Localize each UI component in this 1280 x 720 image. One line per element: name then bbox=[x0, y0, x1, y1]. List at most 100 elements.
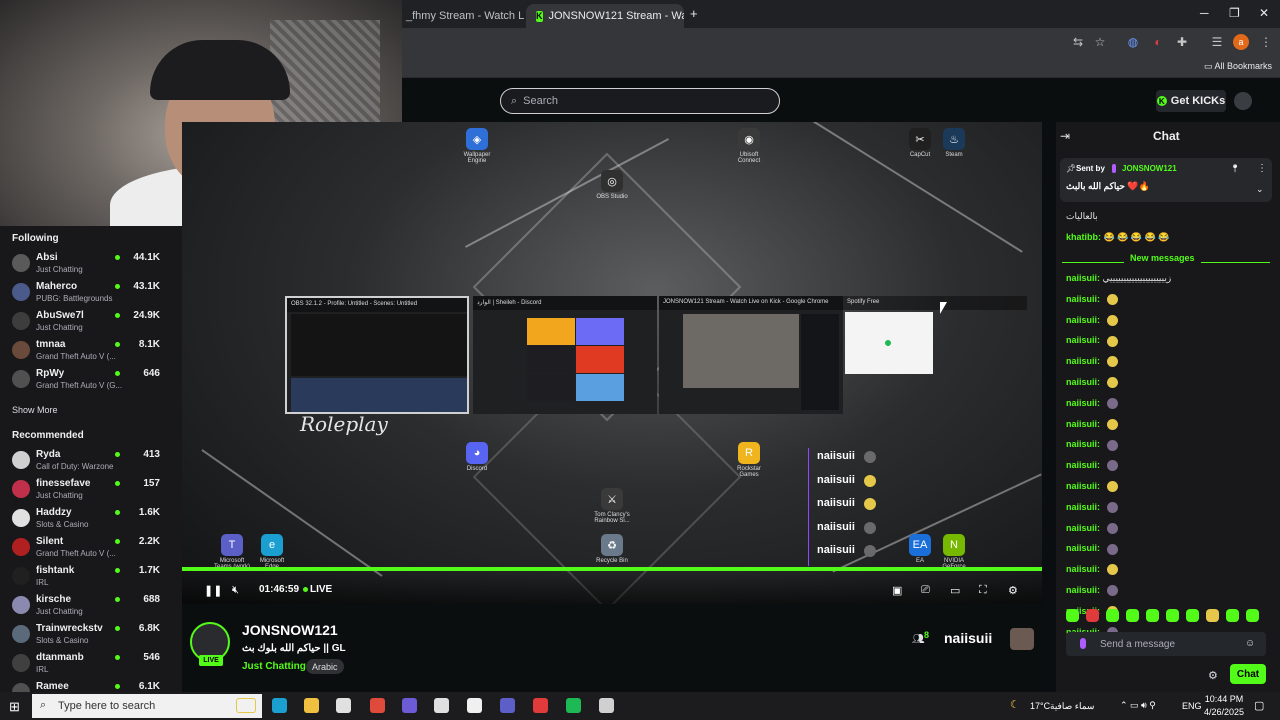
chat-username[interactable]: naiisuii: bbox=[1066, 439, 1100, 449]
clock-time[interactable]: 10:44 PM bbox=[1202, 694, 1246, 704]
chat-settings-icon[interactable]: ⚙ bbox=[1208, 669, 1218, 682]
close-window-icon[interactable]: ✕ bbox=[1259, 6, 1269, 20]
send-chat-button[interactable]: Chat bbox=[1230, 664, 1266, 684]
chat-username[interactable]: naiisuii: bbox=[1066, 419, 1100, 429]
emote-icon[interactable] bbox=[1126, 609, 1139, 622]
search-input[interactable]: ⌕ Search bbox=[500, 88, 780, 114]
epic-games-icon[interactable] bbox=[434, 698, 449, 713]
emote-icon[interactable] bbox=[1086, 609, 1099, 622]
sidebar-channel-item[interactable]: tmnaa Grand Theft Auto V (... 8.1K bbox=[0, 337, 182, 366]
chat-username[interactable]: naiisuii: bbox=[1066, 294, 1100, 304]
window-thumbnail[interactable]: الوارد | Sheileh - Discord bbox=[473, 296, 657, 414]
pause-icon[interactable]: ❚❚ bbox=[204, 584, 222, 597]
chat-message[interactable]: naiisuii: bbox=[1066, 460, 1118, 472]
maximize-icon[interactable]: ❐ bbox=[1229, 6, 1240, 20]
windows-start-icon[interactable]: ⊞ bbox=[9, 699, 20, 715]
sidebar-channel-item[interactable]: Silent Grand Theft Auto V (... 2.2K bbox=[0, 534, 182, 563]
window-thumbnail[interactable]: Spotify Free bbox=[843, 296, 1027, 414]
chat-username[interactable]: naiisuii: bbox=[1066, 398, 1100, 408]
minimize-icon[interactable]: ─ bbox=[1200, 6, 1209, 20]
stream-video[interactable]: ◈ Wallpaper Engine ◎ OBS Studio ◉ Ubisoft Con… bbox=[182, 122, 1042, 604]
translate-icon[interactable]: ⇆ bbox=[1070, 34, 1086, 50]
chat-username[interactable]: naiisuii: bbox=[1066, 523, 1100, 533]
chat-username[interactable]: naiisuii: bbox=[1066, 502, 1100, 512]
chevron-down-icon[interactable]: ⌄ bbox=[1256, 184, 1264, 195]
channel-name[interactable]: JONSNOW121 bbox=[242, 622, 338, 638]
adobe-icon[interactable] bbox=[533, 698, 548, 713]
chrome-icon[interactable] bbox=[370, 698, 385, 713]
profile-avatar[interactable]: a bbox=[1233, 34, 1249, 50]
fullscreen-icon[interactable]: ⛶ bbox=[979, 584, 987, 597]
mini-player-icon[interactable]: ▣ bbox=[892, 584, 902, 597]
emote-icon[interactable] bbox=[1066, 609, 1079, 622]
chat-message[interactable]: naiisuii: bbox=[1066, 585, 1118, 597]
sidebar-channel-item[interactable]: fishtank IRL 1.7K bbox=[0, 563, 182, 592]
calculator-icon[interactable] bbox=[336, 698, 351, 713]
get-kicks-button[interactable]: K Get KICKs bbox=[1156, 90, 1226, 112]
more-options-icon[interactable]: ⋮ bbox=[1257, 163, 1267, 174]
sidebar-channel-item[interactable]: Ryda Call of Duty: Warzone 413 bbox=[0, 447, 182, 476]
unpin-icon[interactable]: 📍︎ bbox=[1230, 164, 1240, 173]
chat-message[interactable]: naiisuii: bbox=[1066, 315, 1118, 326]
extensions-puzzle-icon[interactable]: ✚ bbox=[1174, 34, 1190, 50]
desktop-shortcut[interactable]: ♻ Recycle Bin bbox=[592, 534, 632, 564]
sidebar-channel-item[interactable]: Ramee 6.1K bbox=[0, 679, 182, 692]
emote-icon[interactable] bbox=[1106, 609, 1119, 622]
collapse-chat-icon[interactable]: ⇥ bbox=[1060, 129, 1070, 143]
desktop-shortcut[interactable]: ◈ Wallpaper Engine bbox=[457, 128, 497, 164]
window-thumbnail[interactable]: JONSNOW121 Stream - Watch Live on Kick -… bbox=[659, 296, 843, 414]
chat-username[interactable]: naiisuii: bbox=[1066, 335, 1100, 345]
sidebar-channel-item[interactable]: AbuSwe7l Just Chatting 24.9K bbox=[0, 308, 182, 337]
sidebar-channel-item[interactable]: kirsche Just Chatting 688 bbox=[0, 592, 182, 621]
chat-message[interactable]: naiisuii: bbox=[1066, 294, 1118, 305]
notifications-icon[interactable]: ▢ bbox=[1254, 699, 1264, 712]
chat-message[interactable]: naiisuii: bbox=[1066, 377, 1118, 389]
task-view-icon[interactable] bbox=[236, 698, 256, 713]
input-language[interactable]: ENG bbox=[1182, 701, 1202, 711]
chat-username[interactable]: khatibb: bbox=[1066, 232, 1101, 242]
chat-message[interactable]: naiisuii: bbox=[1066, 564, 1118, 576]
chat-message[interactable]: بالعاليات bbox=[1066, 211, 1098, 222]
emote-icon[interactable] bbox=[1226, 609, 1239, 622]
chat-message[interactable]: naiisuii: bbox=[1066, 419, 1118, 430]
chat-message[interactable]: naiisuii: bbox=[1066, 439, 1118, 451]
chat-message[interactable]: naiisuii: bbox=[1066, 335, 1118, 347]
desktop-shortcut[interactable]: ⚔ Tom Clancy's Rainbow Si... bbox=[592, 488, 632, 524]
tab-fhmy-stream[interactable]: _fhmy Stream - Watch Live ✕ bbox=[396, 4, 524, 28]
user-avatar[interactable] bbox=[1234, 92, 1252, 110]
sidebar-channel-item[interactable]: dtanmanb IRL 546 bbox=[0, 650, 182, 679]
all-bookmarks-button[interactable]: ▭ All Bookmarks bbox=[1204, 61, 1272, 72]
desktop-shortcut[interactable]: ♨ Steam bbox=[934, 128, 974, 158]
teams-icon[interactable] bbox=[500, 698, 515, 713]
chat-input[interactable]: Send a message bbox=[1066, 632, 1266, 656]
clip-icon[interactable]: ⎚ bbox=[921, 584, 930, 597]
system-tray-icons[interactable]: ⌃ ▭ 🔊︎ ⚲ bbox=[1120, 700, 1156, 711]
spotify-icon[interactable] bbox=[566, 698, 581, 713]
chat-username[interactable]: naiisuii: bbox=[1066, 273, 1100, 283]
desktop-shortcut[interactable]: NNVIDIA GeForce bbox=[934, 534, 974, 570]
show-more-button[interactable]: Show More bbox=[12, 405, 58, 415]
emote-icon[interactable] bbox=[1146, 609, 1159, 622]
chat-message[interactable]: naiisuii: bbox=[1066, 543, 1118, 555]
tab-jonsnow-stream[interactable]: K JONSNOW121 Stream - Watch ✕ bbox=[526, 4, 684, 28]
emote-icon[interactable] bbox=[1166, 609, 1179, 622]
sidebar-channel-item[interactable]: Absi Just Chatting 44.1K bbox=[0, 250, 182, 279]
extension-icon[interactable]: ◐ bbox=[1150, 34, 1166, 50]
desktop-shortcut[interactable]: TMicrosoft Teams (work) bbox=[212, 534, 252, 570]
emoji-picker-icon[interactable]: ☺ bbox=[1245, 638, 1255, 649]
sidebar-channel-item[interactable]: Maherco PUBG: Battlegrounds 43.1K bbox=[0, 279, 182, 308]
media-control-icon[interactable]: ☰ bbox=[1209, 34, 1225, 50]
sidebar-channel-item[interactable]: finessefave Just Chatting 157 bbox=[0, 476, 182, 505]
chat-message[interactable]: khatibb: 😂 😂 😂 😂 😂 bbox=[1066, 232, 1170, 243]
extension-icon[interactable]: ◍ bbox=[1125, 34, 1141, 50]
sidebar-channel-item[interactable]: Trainwreckstv Slots & Casino 6.8K bbox=[0, 621, 182, 650]
emote-icon[interactable] bbox=[1186, 609, 1199, 622]
chat-message[interactable]: naiisuii: bbox=[1066, 398, 1118, 409]
chat-username[interactable]: naiisuii: bbox=[1066, 356, 1100, 366]
taskbar-search-input[interactable]: ⌕ Type here to search bbox=[32, 694, 262, 718]
chat-username[interactable]: naiisuii: bbox=[1066, 377, 1100, 387]
sidebar-channel-item[interactable]: Haddzy Slots & Casino 1.6K bbox=[0, 505, 182, 534]
mute-icon[interactable]: 🔇︎ bbox=[232, 584, 239, 597]
capcut-icon[interactable] bbox=[467, 698, 482, 713]
desktop-shortcut[interactable]: ◉ Ubisoft Connect bbox=[729, 128, 769, 164]
